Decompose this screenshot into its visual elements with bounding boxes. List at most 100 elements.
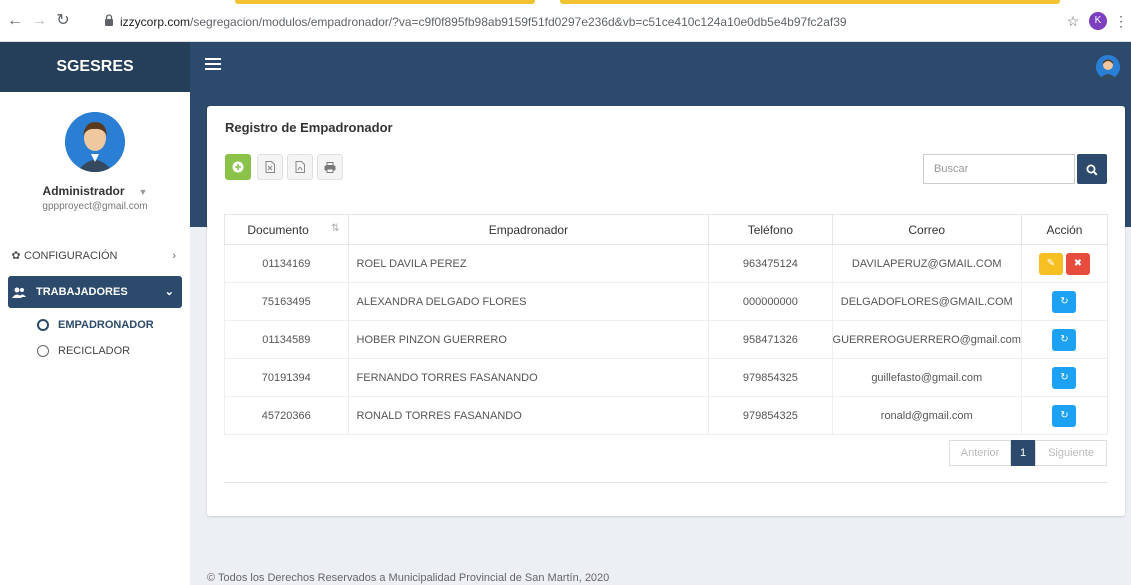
sidebar-subitem-label: RECICLADOR <box>58 345 131 357</box>
gear-icon: ✿ <box>11 250 21 262</box>
table-row: 01134589 HOBER PINZON GUERRERO 958471326… <box>224 320 1109 359</box>
url-path: /segregacion/modulos/empadronador/?va=c9… <box>190 15 847 29</box>
page-title: Registro de Empadronador <box>225 120 393 135</box>
url-host: izzycorp.com <box>120 15 191 29</box>
cell-accion: ↻ <box>1020 282 1109 321</box>
cell-accion: ✎ ✖ <box>1020 244 1109 283</box>
cell-telefono: 958471326 <box>708 320 833 359</box>
cell-accion: ↻ <box>1020 358 1109 397</box>
column-header-documento[interactable]: Documento ⇅ <box>224 214 349 245</box>
column-header-correo[interactable]: Correo <box>831 214 1022 245</box>
caret-down-icon: ▼ <box>138 187 148 197</box>
export-excel-button[interactable] <box>257 154 283 180</box>
sidebar-item-label: CONFIGURACIÓN <box>24 250 118 262</box>
empadronador-table: Documento ⇅ Empadronador Teléfono Correo … <box>224 214 1109 435</box>
divider <box>224 482 1108 483</box>
cell-documento: 45720366 <box>224 396 349 435</box>
forward-arrow-icon[interactable]: → <box>30 12 48 30</box>
table-row: 45720366 RONALD TORRES FASANANDO 9798543… <box>224 396 1109 435</box>
export-pdf-button[interactable] <box>287 154 313 180</box>
back-arrow-icon[interactable]: ← <box>6 12 24 30</box>
cell-telefono: 963475124 <box>708 244 833 283</box>
cell-empadronador: HOBER PINZON GUERRERO <box>347 320 710 359</box>
chevron-right-icon: › <box>172 250 176 262</box>
refresh-icon: ↻ <box>1060 371 1069 383</box>
cell-telefono: 979854325 <box>708 358 833 397</box>
sidebar-menu: ✿ CONFIGURACIÓN › TRABAJADORES ⌄ EMPADRO… <box>0 240 190 364</box>
user-email: gppproyect@gmail.com <box>42 201 148 212</box>
tab-indicator <box>235 0 535 4</box>
lock-icon <box>105 14 113 26</box>
printer-icon <box>324 161 336 173</box>
refresh-icon: ↻ <box>1060 295 1069 307</box>
excel-file-icon <box>265 161 275 174</box>
column-header-empadronador[interactable]: Empadronador <box>347 214 710 245</box>
cell-documento: 75163495 <box>224 282 349 321</box>
reload-icon[interactable]: ↻ <box>54 12 72 30</box>
sidebar-subitem-label: EMPADRONADOR <box>58 319 154 331</box>
cell-empadronador: FERNANDO TORRES FASANANDO <box>347 358 710 397</box>
footer-text: © Todos los Derechos Reservados a Munici… <box>207 572 610 584</box>
search-icon <box>1086 164 1098 176</box>
sidebar-subitem-empadronador[interactable]: EMPADRONADOR <box>0 312 190 338</box>
cell-accion: ↻ <box>1020 396 1109 435</box>
main-card: Registro de Empadronador Buscar Document… <box>207 106 1125 516</box>
more-menu-icon[interactable]: ⋮ <box>1112 12 1130 30</box>
edit-button[interactable]: ✎ <box>1038 252 1063 275</box>
profile-badge[interactable]: K <box>1089 12 1107 30</box>
cell-empadronador: ALEXANDRA DELGADO FLORES <box>347 282 710 321</box>
table-row: 01134169 ROEL DAVILA PEREZ 963475124 DAV… <box>224 244 1109 283</box>
table-header-row: Documento ⇅ Empadronador Teléfono Correo … <box>224 214 1109 245</box>
user-panel: Administrador ▼ gppproyect@gmail.com <box>0 92 190 212</box>
cell-correo: DAVILAPERUZ@GMAIL.COM <box>831 244 1022 283</box>
hamburger-icon[interactable] <box>205 58 221 74</box>
pagination-page[interactable]: 1 <box>1011 440 1035 466</box>
search-button[interactable] <box>1077 154 1107 184</box>
refresh-icon: ↻ <box>1060 409 1069 421</box>
star-icon[interactable]: ☆ <box>1064 12 1082 30</box>
cell-documento: 01134589 <box>224 320 349 359</box>
restore-button[interactable]: ↻ <box>1052 290 1077 313</box>
sidebar: Administrador ▼ gppproyect@gmail.com ✿ CO… <box>0 92 190 585</box>
column-header-telefono[interactable]: Teléfono <box>708 214 833 245</box>
browser-toolbar: ← → ↻ izzycorp.com/segregacion/modulos/e… <box>0 0 1131 42</box>
cell-empadronador: RONALD TORRES FASANANDO <box>347 396 710 435</box>
delete-button[interactable]: ✖ <box>1065 252 1090 275</box>
brand-logo[interactable]: SGESRES <box>0 42 190 92</box>
sidebar-item-label: TRABAJADORES <box>36 286 128 298</box>
app-header: SGESRES <box>0 42 1131 92</box>
column-header-accion: Acción <box>1020 214 1109 245</box>
chevron-down-icon: ⌄ <box>164 286 174 298</box>
cell-correo: DELGADOFLORES@GMAIL.COM <box>831 282 1022 321</box>
plus-circle-icon <box>232 161 244 173</box>
sidebar-subitem-reciclador[interactable]: RECICLADOR <box>0 338 190 364</box>
restore-button[interactable]: ↻ <box>1052 366 1077 389</box>
cell-telefono: 000000000 <box>708 282 833 321</box>
restore-button[interactable]: ↻ <box>1052 328 1077 351</box>
search-input[interactable]: Buscar <box>923 154 1075 184</box>
close-icon: ✖ <box>1073 257 1083 269</box>
pagination-prev[interactable]: Anterior <box>949 440 1011 466</box>
cell-telefono: 979854325 <box>708 396 833 435</box>
user-circle-outline-icon <box>37 345 49 357</box>
restore-button[interactable]: ↻ <box>1052 404 1077 427</box>
cell-correo: GUERREROGUERRERO@gmail.com <box>831 320 1022 359</box>
pdf-file-icon <box>295 161 305 174</box>
users-icon <box>12 287 26 298</box>
add-button[interactable] <box>225 154 251 180</box>
user-name[interactable]: Administrador ▼ <box>0 184 190 198</box>
cell-correo: ronald@gmail.com <box>831 396 1022 435</box>
tab-indicator <box>560 0 1060 4</box>
table-row: 70191394 FERNANDO TORRES FASANANDO 97985… <box>224 358 1109 397</box>
table-row: 75163495 ALEXANDRA DELGADO FLORES 000000… <box>224 282 1109 321</box>
cell-correo: guillefasto@gmail.com <box>831 358 1022 397</box>
user-avatar <box>65 112 125 172</box>
column-header-label: Documento <box>247 222 309 237</box>
address-bar[interactable]: izzycorp.com/segregacion/modulos/empadro… <box>120 15 847 29</box>
print-button[interactable] <box>317 154 343 180</box>
sidebar-item-trabajadores[interactable]: TRABAJADORES ⌄ <box>8 276 182 308</box>
pagination-next[interactable]: Siguiente <box>1035 440 1107 466</box>
header-avatar[interactable] <box>1096 55 1120 79</box>
user-name-text: Administrador <box>42 184 125 198</box>
sidebar-item-configuracion[interactable]: ✿ CONFIGURACIÓN › <box>0 240 190 272</box>
